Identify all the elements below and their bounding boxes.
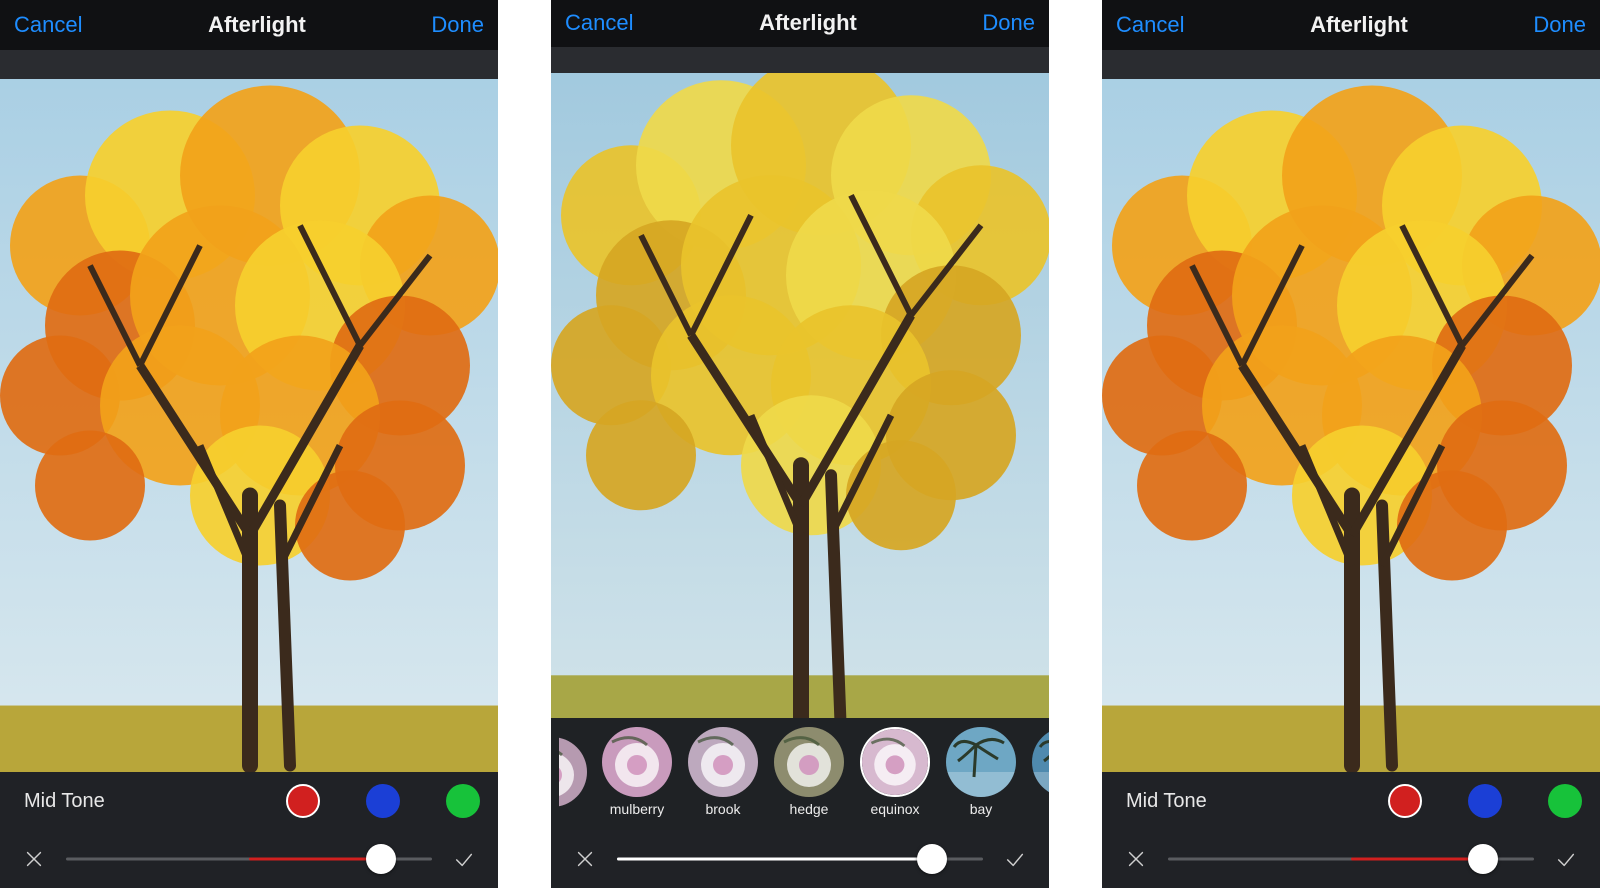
tone-swatch[interactable] (446, 784, 480, 818)
tone-swatch[interactable] (1388, 784, 1422, 818)
confirm-icon[interactable] (1552, 845, 1580, 873)
filter-item[interactable]: brook (685, 727, 761, 817)
tone-label: Mid Tone (1126, 790, 1207, 813)
confirm-icon[interactable] (1001, 845, 1029, 873)
slider-thumb[interactable] (917, 844, 947, 874)
cancel-button[interactable]: Cancel (1116, 12, 1184, 38)
filter-item[interactable]: row (1029, 727, 1049, 817)
cancel-icon[interactable] (20, 845, 48, 873)
done-button[interactable]: Done (1533, 12, 1586, 38)
app-title: Afterlight (1310, 12, 1408, 38)
filter-label: equinox (870, 801, 919, 817)
slider-thumb[interactable] (366, 844, 396, 874)
phone-screen-2: Cancel Afterlight Done mul (551, 0, 1049, 888)
done-button[interactable]: Done (982, 10, 1035, 36)
phone-screen-3: Cancel Afterlight Done Mid Tone (1102, 0, 1600, 888)
bottom-controls: Mid Tone (0, 772, 498, 888)
tone-swatch[interactable] (366, 784, 400, 818)
filter-label: bay (970, 801, 993, 817)
filter-label: brook (705, 801, 740, 817)
filter-thumbnail[interactable] (774, 727, 844, 797)
filter-label: mulberry (610, 801, 664, 817)
navbar: Cancel Afterlight Done (551, 0, 1049, 47)
tone-swatch[interactable] (1548, 784, 1582, 818)
tone-label: Mid Tone (24, 790, 105, 813)
done-button[interactable]: Done (431, 12, 484, 38)
filter-item-partial[interactable] (559, 737, 589, 807)
filter-item[interactable]: equinox (857, 727, 933, 817)
tone-row: Mid Tone (0, 772, 498, 830)
confirm-icon[interactable] (450, 845, 478, 873)
sub-toolbar (551, 47, 1049, 74)
slider-row (0, 830, 498, 888)
slider-row (1102, 830, 1600, 888)
filter-thumbnail[interactable] (1032, 727, 1049, 797)
filter-thumbnail[interactable] (602, 727, 672, 797)
intensity-slider[interactable] (1168, 842, 1534, 876)
app-title: Afterlight (759, 10, 857, 36)
photo-preview[interactable] (551, 73, 1049, 718)
filter-item[interactable]: bay (943, 727, 1019, 817)
intensity-slider[interactable] (617, 842, 983, 876)
cancel-icon[interactable] (571, 845, 599, 873)
cancel-button[interactable]: Cancel (14, 12, 82, 38)
filter-strip[interactable]: mulberry brook hedge equinox bay row (551, 718, 1049, 830)
tone-swatch[interactable] (286, 784, 320, 818)
sub-toolbar (0, 50, 498, 79)
navbar: Cancel Afterlight Done (0, 0, 498, 50)
tone-row: Mid Tone (1102, 772, 1600, 830)
phone-screen-1: Cancel Afterlight Done Mid Tone (0, 0, 498, 888)
filter-thumbnail[interactable] (860, 727, 930, 797)
filter-thumbnail[interactable] (688, 727, 758, 797)
slider-thumb[interactable] (1468, 844, 1498, 874)
photo-preview[interactable] (0, 79, 498, 772)
app-title: Afterlight (208, 12, 306, 38)
slider-row (551, 830, 1049, 888)
cancel-icon[interactable] (1122, 845, 1150, 873)
tone-swatch[interactable] (1468, 784, 1502, 818)
bottom-controls: mulberry brook hedge equinox bay row (551, 718, 1049, 888)
filter-label: hedge (790, 801, 829, 817)
filter-item[interactable]: mulberry (599, 727, 675, 817)
filter-thumbnail[interactable] (946, 727, 1016, 797)
navbar: Cancel Afterlight Done (1102, 0, 1600, 50)
bottom-controls: Mid Tone (1102, 772, 1600, 888)
filter-item[interactable]: hedge (771, 727, 847, 817)
sub-toolbar (1102, 50, 1600, 79)
photo-preview[interactable] (1102, 79, 1600, 772)
cancel-button[interactable]: Cancel (565, 10, 633, 36)
intensity-slider[interactable] (66, 842, 432, 876)
